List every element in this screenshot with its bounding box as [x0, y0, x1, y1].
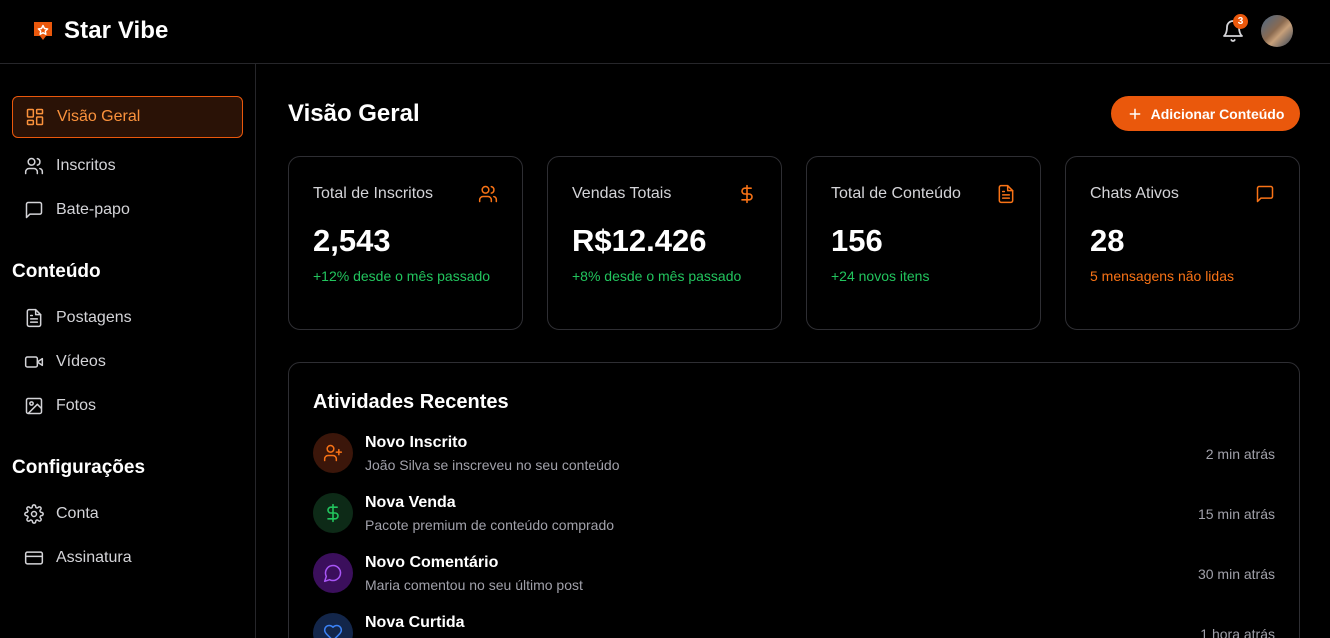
stat-label: Total de Inscritos — [313, 185, 434, 202]
credit-card-icon — [24, 551, 44, 565]
stat-label: Total de Conteúdo — [831, 185, 961, 202]
sidebar-item-inscritos[interactable]: Inscritos — [12, 145, 243, 187]
sidebar-item-visao-geral[interactable]: Visão Geral — [12, 96, 243, 138]
stat-value: R$12.426 — [572, 223, 707, 258]
sidebar-item-label: Assinatura — [56, 549, 132, 566]
sidebar-item-label: Inscritos — [56, 157, 116, 174]
stat-label: Vendas Totais — [572, 185, 672, 202]
add-content-button[interactable]: Adicionar Conteúdo — [1111, 96, 1300, 131]
video-icon — [24, 356, 44, 368]
section-title-configuracoes: Configurações — [12, 457, 146, 478]
stat-change: +24 novos itens — [831, 268, 930, 284]
activity-time: 1 hora atrás — [1200, 626, 1275, 638]
notification-badge: 3 — [1233, 14, 1248, 29]
sidebar-item-label: Postagens — [56, 309, 132, 326]
activity-title: Atividades Recentes — [313, 391, 509, 413]
sidebar-item-label: Conta — [56, 505, 99, 522]
activity-title-text: Nova Curtida — [365, 614, 465, 631]
sidebar-item-assinatura[interactable]: Assinatura — [12, 537, 243, 579]
stat-label: Chats Ativos — [1090, 185, 1179, 202]
add-content-label: Adicionar Conteúdo — [1150, 105, 1285, 122]
document-icon — [998, 184, 1014, 204]
stat-value: 28 — [1090, 223, 1125, 258]
user-plus-icon — [313, 433, 353, 473]
brand-name: Star Vibe — [64, 17, 169, 44]
sidebar-item-conta[interactable]: Conta — [12, 493, 243, 535]
plus-icon — [1129, 108, 1141, 119]
activity-time: 15 min atrás — [1197, 506, 1275, 522]
section-title-conteudo: Conteúdo — [12, 261, 101, 282]
stat-card-conteudo: Total de Conteúdo 156 +24 novos itens — [806, 156, 1041, 330]
chat-icon — [25, 201, 43, 219]
dashboard-icon — [26, 108, 44, 126]
stat-value: 156 — [831, 223, 883, 258]
sidebar-item-fotos[interactable]: Fotos — [12, 385, 243, 427]
star-badge-logo-icon — [34, 22, 52, 40]
top-bar: Star Vibe 3 — [0, 0, 1330, 64]
activity-time: 2 min atrás — [1205, 446, 1275, 462]
activity-description: João Silva se inscreveu no seu conteúdo — [365, 457, 620, 473]
stat-change: 5 mensagens não lidas — [1090, 268, 1234, 284]
activity-item[interactable]: Novo Inscrito João Silva se inscreveu no… — [313, 433, 1275, 477]
stat-value: 2,543 — [313, 223, 391, 258]
stat-change: +12% desde o mês passado — [313, 268, 491, 284]
heart-icon — [313, 613, 353, 638]
sidebar-item-videos[interactable]: Vídeos — [12, 341, 243, 383]
message-icon — [313, 553, 353, 593]
activity-item[interactable]: Novo Comentário Maria comentou no seu úl… — [313, 553, 1275, 597]
image-icon — [25, 397, 43, 415]
avatar[interactable] — [1261, 15, 1293, 47]
brand[interactable]: Star Vibe — [31, 17, 169, 45]
page-title: Visão Geral — [288, 100, 420, 127]
activity-description: Pacote premium de conteúdo comprado — [365, 517, 615, 533]
stat-change: +8% desde o mês passado — [572, 268, 742, 284]
sidebar-item-label: Visão Geral — [57, 108, 141, 125]
activity-title-text: Novo Inscrito — [365, 434, 468, 451]
activity-title-text: Nova Venda — [365, 494, 456, 511]
activity-description: Maria comentou no seu último post — [365, 577, 583, 593]
sidebar-item-label: Bate-papo — [56, 201, 130, 218]
activity-time: 30 min atrás — [1197, 566, 1275, 582]
stat-card-chats: Chats Ativos 28 5 mensagens não lidas — [1065, 156, 1300, 330]
stat-card-inscritos: Total de Inscritos 2,543 +12% desde o mê… — [288, 156, 523, 330]
sidebar-item-postagens[interactable]: Postagens — [12, 297, 243, 339]
sidebar-item-label: Fotos — [56, 397, 97, 414]
dollar-icon — [313, 493, 353, 533]
document-icon — [26, 308, 42, 328]
sidebar-item-bate-papo[interactable]: Bate-papo — [12, 189, 243, 231]
users-icon — [478, 185, 498, 203]
stat-card-vendas: Vendas Totais R$12.426 +8% desde o mês p… — [547, 156, 782, 330]
chat-icon — [1256, 185, 1274, 203]
activity-title-text: Novo Comentário — [365, 554, 499, 571]
activity-item[interactable]: Nova Venda Pacote premium de conteúdo co… — [313, 493, 1275, 537]
gear-icon — [24, 504, 44, 524]
activity-item[interactable]: Nova Curtida 1 hora atrás — [313, 613, 1275, 638]
dollar-icon — [741, 184, 753, 204]
sidebar: Visão Geral Inscritos Bate-papo Conteúdo… — [0, 64, 256, 638]
recent-activities-panel: Atividades Recentes Novo Inscrito João S… — [288, 362, 1300, 638]
users-icon — [24, 157, 44, 175]
sidebar-item-label: Vídeos — [56, 353, 106, 370]
